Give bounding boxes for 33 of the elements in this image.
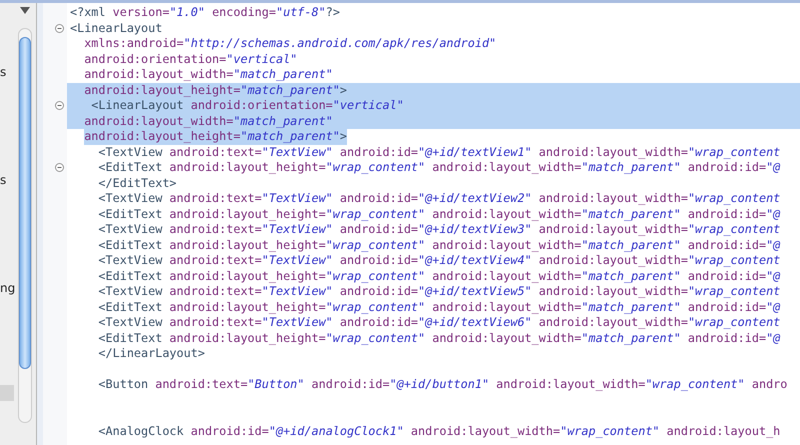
code-line: <LinearLayout bbox=[70, 20, 162, 36]
code-line: <TextView android:text="TextView" android:id="@+id/textView1" android:layout_width="wrap_content bbox=[98, 144, 780, 160]
code-line: <LinearLayout android:orientation="vertical" bbox=[91, 98, 404, 114]
code-line: xmlns:android="http://schemas.android.com/apk/res/android" bbox=[84, 36, 496, 52]
code-line: <EditText android:layout_height="wrap_content" android:layout_width="match_parent" android:id="@ bbox=[98, 206, 780, 222]
code-line: <EditText android:layout_height="wrap_content" android:layout_width="match_parent" android:id="@ bbox=[98, 300, 780, 315]
code-line: android:layout_width="match_parent" bbox=[84, 67, 333, 82]
code-line: android:layout_height="match_parent"> bbox=[84, 82, 348, 98]
scrollbar[interactable] bbox=[18, 28, 32, 423]
code-line: <Button android:text="Button" android:id="@+id/button1" android:layout_width="wrap_content" andro bbox=[98, 377, 788, 392]
collapse-icon[interactable] bbox=[55, 163, 64, 172]
sidebar-item[interactable]: s bbox=[0, 65, 6, 80]
dropdown-icon[interactable] bbox=[20, 7, 30, 14]
code-line: android:orientation="vertical" bbox=[84, 52, 298, 67]
code-line: <EditText android:layout_height="wrap_content" android:layout_width="match_parent" android:id="@ bbox=[98, 238, 780, 253]
collapse-icon[interactable] bbox=[55, 101, 64, 110]
code-line: android:layout_width="match_parent" bbox=[84, 114, 333, 129]
collapse-icon[interactable] bbox=[55, 24, 64, 33]
code-line: <TextView android:text="TextView" android:id="@+id/textView6" android:layout_width="wrap_content bbox=[98, 315, 780, 330]
code-line: <TextView android:text="TextView" android:id="@+id/textView2" android:layout_width="wrap_content bbox=[98, 191, 780, 206]
code-line: <EditText android:layout_height="wrap_content" android:layout_width="match_parent" android:id="@ bbox=[98, 330, 780, 346]
code-line: <TextView android:text="TextView" android:id="@+id/textView5" android:layout_width="wrap_content bbox=[98, 284, 780, 300]
code-line: </LinearLayout> bbox=[98, 346, 205, 362]
code-line: <TextView android:text="TextView" android:id="@+id/textView3" android:layout_width="wrap_content bbox=[98, 222, 780, 238]
code-line: <TextView android:text="TextView" android:id="@+id/textView4" android:layout_width="wrap_content bbox=[98, 253, 780, 268]
sidebar-item[interactable]: ng bbox=[0, 281, 16, 296]
code-line: <EditText android:layout_height="wrap_content" android:layout_width="match_parent" android:id="@ bbox=[98, 268, 780, 284]
code-line: </EditText> bbox=[98, 176, 177, 191]
code-line: <?xml version="1.0" encoding="utf-8"?> bbox=[70, 5, 340, 20]
sidebar-item[interactable]: s bbox=[0, 173, 6, 188]
list-row-highlight bbox=[0, 385, 14, 401]
code-line: <EditText android:layout_height="wrap_content" android:layout_width="match_parent" android:id="@ bbox=[98, 160, 780, 176]
code-line: <AnalogClock android:id="@+id/analogClock1" android:layout_width="wrap_content" android:layout_h bbox=[98, 424, 780, 439]
